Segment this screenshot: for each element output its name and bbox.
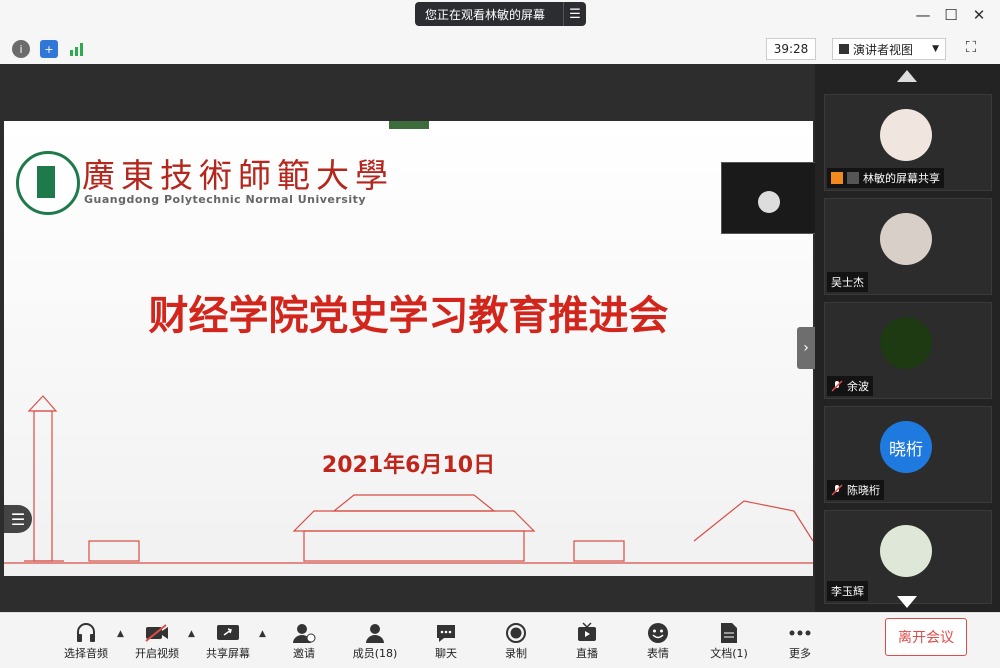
avatar <box>880 525 932 577</box>
user-icon <box>831 172 843 184</box>
share-screen-button[interactable]: 共享屏幕 <box>195 621 261 661</box>
slide-decoration <box>4 395 813 564</box>
record-button[interactable]: 录制 <box>483 621 549 661</box>
participant-tile[interactable]: 李玉辉 <box>824 510 992 604</box>
select-audio-button[interactable]: 选择音频 <box>53 621 119 661</box>
sharing-tag <box>389 121 429 129</box>
participant-name: 余波 <box>827 376 873 396</box>
avatar <box>880 317 932 369</box>
chevron-down-icon[interactable] <box>897 596 917 608</box>
video-options-caret[interactable]: ▲ <box>188 629 195 639</box>
members-button[interactable]: 成员(18) <box>342 621 408 661</box>
invite-label: 邀请 <box>293 647 315 660</box>
leave-meeting-button[interactable]: 离开会议 <box>885 618 967 656</box>
avatar: 晓桁 <box>880 421 932 473</box>
presentation-slide: 廣東技術師範大學 Guangdong Polytechnic Normal Un… <box>4 121 813 576</box>
chevron-down-icon: ▼ <box>932 44 939 54</box>
participant-tile[interactable]: 吴士杰 <box>824 198 992 295</box>
emoji-label: 表情 <box>647 647 669 660</box>
shield-icon[interactable]: + <box>40 40 58 58</box>
view-mode-dropdown[interactable]: 演讲者视图 ▼ <box>832 38 946 60</box>
audio-options-caret[interactable]: ▲ <box>117 629 124 639</box>
view-layout-icon <box>839 44 849 54</box>
members-label: 成员(18) <box>352 647 398 660</box>
documents-button[interactable]: 文档(1) <box>696 621 762 661</box>
avatar <box>758 191 780 213</box>
signal-bars-icon[interactable] <box>68 40 86 58</box>
start-video-button[interactable]: 开启视频 <box>124 621 190 661</box>
speaker-thumbnail[interactable] <box>721 162 816 234</box>
document-icon <box>696 621 762 645</box>
participant-tile[interactable]: 余波 <box>824 302 992 399</box>
participant-name: 吴士杰 <box>827 272 868 292</box>
more-button[interactable]: 更多 <box>767 621 833 661</box>
university-logo <box>16 151 80 215</box>
chat-button[interactable]: 聊天 <box>413 621 479 661</box>
university-name-cn: 廣東技術師範大學 <box>82 156 394 195</box>
title-bar: 您正在观看林敏的屏幕 ☰ — ☐ ✕ <box>0 0 1000 32</box>
live-label: 直播 <box>576 647 598 660</box>
live-button[interactable]: 直播 <box>554 621 620 661</box>
documents-label: 文档(1) <box>710 647 748 660</box>
emoji-icon <box>625 621 691 645</box>
maximize-icon[interactable]: ☐ <box>940 6 962 24</box>
record-label: 录制 <box>505 647 527 660</box>
viewing-indicator: 您正在观看林敏的屏幕 ☰ <box>415 2 586 26</box>
start-video-label: 开启视频 <box>135 647 179 660</box>
share-screen-label: 共享屏幕 <box>206 647 250 660</box>
chevron-up-icon[interactable] <box>897 70 917 82</box>
minimize-icon[interactable]: — <box>912 6 934 24</box>
participant-tile[interactable]: 晓桁 陈晓桁 <box>824 406 992 503</box>
more-icon <box>767 621 833 645</box>
mic-muted-icon <box>831 380 843 392</box>
chat-label: 聊天 <box>435 647 457 660</box>
university-name-en: Guangdong Polytechnic Normal University <box>84 193 367 206</box>
chevron-right-icon[interactable]: › <box>797 327 815 369</box>
participant-tile[interactable]: 林敏的屏幕共享 <box>824 94 992 191</box>
avatar <box>880 109 932 161</box>
mic-muted-icon <box>831 484 843 496</box>
participants-panel: 林敏的屏幕共享 吴士杰 余波 晓桁 陈晓桁 李玉辉 <box>815 64 1000 612</box>
participant-name: 林敏的屏幕共享 <box>827 168 944 188</box>
video-off-icon <box>124 621 190 645</box>
avatar <box>880 213 932 265</box>
select-audio-label: 选择音频 <box>64 647 108 660</box>
record-icon <box>483 621 549 645</box>
slide-title: 财经学院党史学习教育推进会 <box>148 293 669 339</box>
chat-icon <box>413 621 479 645</box>
participant-name: 陈晓桁 <box>827 480 884 500</box>
close-icon[interactable]: ✕ <box>968 6 990 24</box>
invite-button[interactable]: 邀请 <box>271 621 337 661</box>
meeting-timer: 39:28 <box>766 38 816 60</box>
share-screen-icon <box>195 621 261 645</box>
list-menu-icon[interactable]: ☰ <box>563 2 586 26</box>
list-icon[interactable]: ☰ <box>4 505 32 533</box>
viewing-text: 您正在观看林敏的屏幕 <box>425 7 546 22</box>
fullscreen-icon[interactable]: ⛶ <box>960 38 982 58</box>
headset-icon <box>53 621 119 645</box>
bottom-control-bar: 选择音频 ▲ 开启视频 ▲ 共享屏幕 ▲ 邀请 成员(18) 聊天 录制 直播 … <box>0 612 1000 668</box>
live-icon <box>554 621 620 645</box>
members-icon <box>342 621 408 645</box>
invite-user-icon <box>271 621 337 645</box>
screen-share-icon <box>847 172 859 184</box>
share-options-caret[interactable]: ▲ <box>259 629 266 639</box>
participant-name: 李玉辉 <box>827 581 868 601</box>
emoji-button[interactable]: 表情 <box>625 621 691 661</box>
info-icon[interactable]: i <box>12 40 30 58</box>
more-label: 更多 <box>789 647 811 660</box>
view-mode-label: 演讲者视图 <box>853 42 914 57</box>
